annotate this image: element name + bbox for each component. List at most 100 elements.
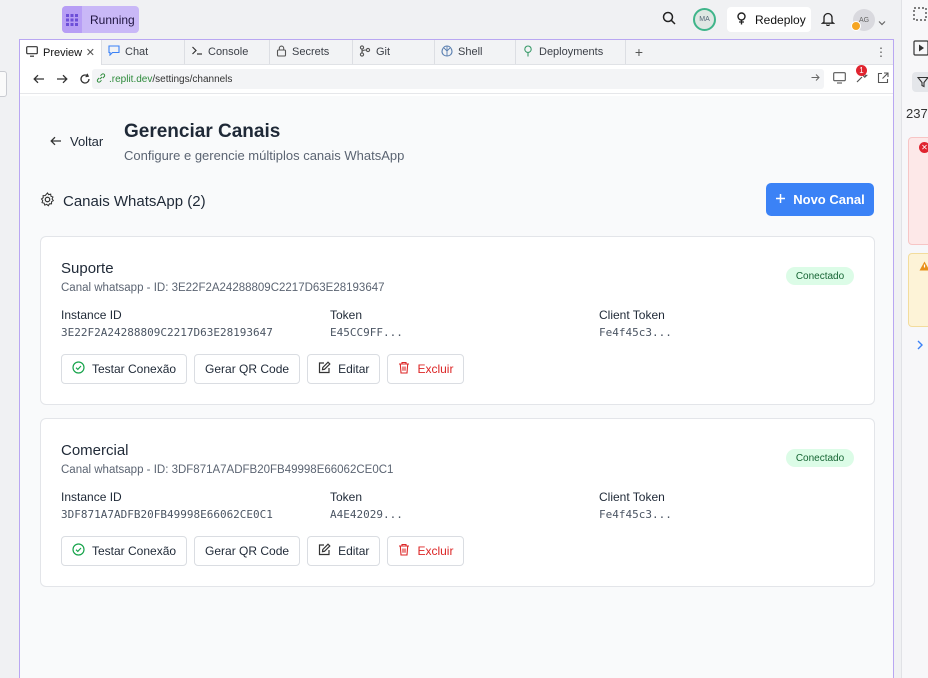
tab-secrets[interactable]: Secrets	[270, 40, 353, 64]
top-bar: Running MA Redeploy AG	[0, 0, 900, 38]
new-channel-button[interactable]: Novo Canal	[766, 183, 874, 216]
section-header: Canais WhatsApp (2)	[40, 192, 206, 211]
check-circle-icon	[72, 543, 85, 559]
generate-qr-label: Gerar QR Code	[205, 544, 290, 558]
filter-icon[interactable]	[912, 72, 928, 92]
edit-icon	[318, 361, 331, 377]
redeploy-button[interactable]: Redeploy	[727, 7, 811, 32]
page-content: Voltar Gerenciar Canais Configure e gere…	[20, 96, 893, 678]
card-actions: Testar Conexão Gerar QR Code Editar Excl…	[61, 536, 465, 566]
tab-chat[interactable]: Chat	[102, 40, 185, 64]
status-badge: Conectado	[786, 449, 854, 467]
deploy-icon	[522, 44, 534, 60]
page-title: Gerenciar Canais	[124, 121, 281, 142]
channel-card: Comercial Canal whatsapp - ID: 3DF871A7A…	[40, 418, 875, 587]
client-token-value: Fe4f45c3...	[599, 508, 672, 521]
tab-label: Deployments	[539, 46, 604, 58]
play-panel-icon[interactable]	[913, 40, 928, 61]
redeploy-label: Redeploy	[755, 12, 806, 27]
channel-card: Suporte Canal whatsapp - ID: 3E22F2A2428…	[40, 236, 875, 405]
chevron-right-icon[interactable]	[916, 338, 924, 356]
tab-preview[interactable]: Preview ✕	[20, 40, 102, 65]
test-connection-label: Testar Conexão	[92, 544, 177, 558]
lock-icon	[276, 45, 287, 60]
url-path: /settings/channels	[152, 73, 233, 85]
client-token-label: Client Token	[599, 490, 665, 504]
back-label: Voltar	[70, 134, 104, 149]
token-value: A4E42029...	[330, 508, 403, 521]
delete-label: Excluir	[417, 362, 454, 376]
more-icon[interactable]: ⋮	[875, 45, 887, 59]
page-subtitle: Configure e gerencie múltiplos canais Wh…	[124, 148, 405, 163]
grid-icon	[62, 6, 82, 33]
tab-label: Shell	[458, 46, 483, 58]
client-token-value: Fe4f45c3...	[599, 326, 672, 339]
generate-qr-button[interactable]: Gerar QR Code	[194, 536, 301, 566]
card-actions: Testar Conexão Gerar QR Code Editar Excl…	[61, 354, 465, 384]
status-badge: Conectado	[786, 267, 854, 285]
close-icon[interactable]: ✕	[86, 46, 95, 59]
warning-log-entry[interactable]	[908, 253, 928, 327]
warning-icon	[919, 258, 928, 276]
new-channel-label: Novo Canal	[793, 192, 865, 207]
delete-button[interactable]: Excluir	[387, 354, 465, 384]
user-avatar[interactable]: MA	[693, 8, 716, 31]
generate-qr-label: Gerar QR Code	[205, 362, 290, 376]
tab-label: Git	[376, 46, 391, 58]
run-button[interactable]: Running	[62, 6, 139, 33]
url-bar: .replit.dev/settings/channels 1	[20, 65, 893, 94]
error-log-entry[interactable]: ✕	[908, 137, 928, 245]
error-icon: ✕	[919, 142, 928, 153]
tab-deployments[interactable]: Deployments	[516, 40, 626, 64]
go-arrow-icon[interactable]	[811, 73, 820, 85]
generate-qr-button[interactable]: Gerar QR Code	[194, 354, 301, 384]
tab-console[interactable]: Console	[185, 40, 270, 64]
back-button[interactable]: Voltar	[50, 134, 103, 149]
tab-bar: Preview ✕ Chat Console Secrets Git Shell…	[20, 40, 893, 65]
devices-icon[interactable]	[833, 71, 846, 89]
edit-button[interactable]: Editar	[307, 536, 381, 566]
delete-button[interactable]: Excluir	[387, 536, 465, 566]
trash-icon	[398, 543, 410, 559]
open-external-icon[interactable]	[877, 71, 889, 89]
run-status-label: Running	[90, 12, 135, 27]
delete-label: Excluir	[417, 544, 454, 558]
url-input[interactable]: .replit.dev/settings/channels	[92, 69, 824, 89]
monitor-icon	[26, 45, 38, 60]
edit-icon	[318, 543, 331, 559]
instance-id-value: 3DF871A7ADFB20FB49998E66062CE0C1	[61, 508, 273, 521]
back-arrow-icon[interactable]	[27, 74, 50, 84]
tab-shell[interactable]: Shell	[435, 40, 516, 64]
tab-label: Chat	[125, 46, 149, 58]
check-circle-icon	[72, 361, 85, 377]
gear-icon	[40, 192, 55, 211]
test-connection-button[interactable]: Testar Conexão	[61, 354, 188, 384]
search-icon[interactable]	[662, 11, 678, 27]
notification-badge: 1	[856, 65, 867, 76]
log-count: 237	[906, 106, 928, 121]
url-host: .replit.dev	[109, 73, 153, 85]
forward-arrow-icon[interactable]	[50, 74, 73, 84]
preview-pane: Preview ✕ Chat Console Secrets Git Shell…	[19, 39, 894, 678]
shell-icon	[441, 44, 453, 60]
new-tab-button[interactable]: +	[626, 40, 652, 64]
select-element-icon[interactable]	[913, 7, 928, 28]
tab-git[interactable]: Git	[353, 40, 435, 64]
account-status-dot	[851, 21, 861, 31]
tab-label: Preview	[43, 46, 83, 59]
chevron-down-icon[interactable]	[878, 14, 886, 26]
test-connection-button[interactable]: Testar Conexão	[61, 536, 188, 566]
edit-button[interactable]: Editar	[307, 354, 381, 384]
channel-description: Canal whatsapp - ID: 3DF871A7ADFB20FB499…	[61, 464, 394, 476]
channel-name: Comercial	[61, 442, 129, 459]
collapsed-panel-handle[interactable]	[0, 71, 7, 97]
client-token-label: Client Token	[599, 308, 665, 322]
instance-id-value: 3E22F2A24288809C2217D63E28193647	[61, 326, 273, 339]
instance-id-label: Instance ID	[61, 490, 122, 504]
trash-icon	[398, 361, 410, 377]
section-title: Canais WhatsApp (2)	[63, 193, 206, 210]
token-label: Token	[330, 490, 363, 504]
edit-label: Editar	[338, 544, 370, 558]
bell-icon[interactable]	[820, 11, 836, 27]
channel-description: Canal whatsapp - ID: 3E22F2A24288809C221…	[61, 282, 385, 294]
